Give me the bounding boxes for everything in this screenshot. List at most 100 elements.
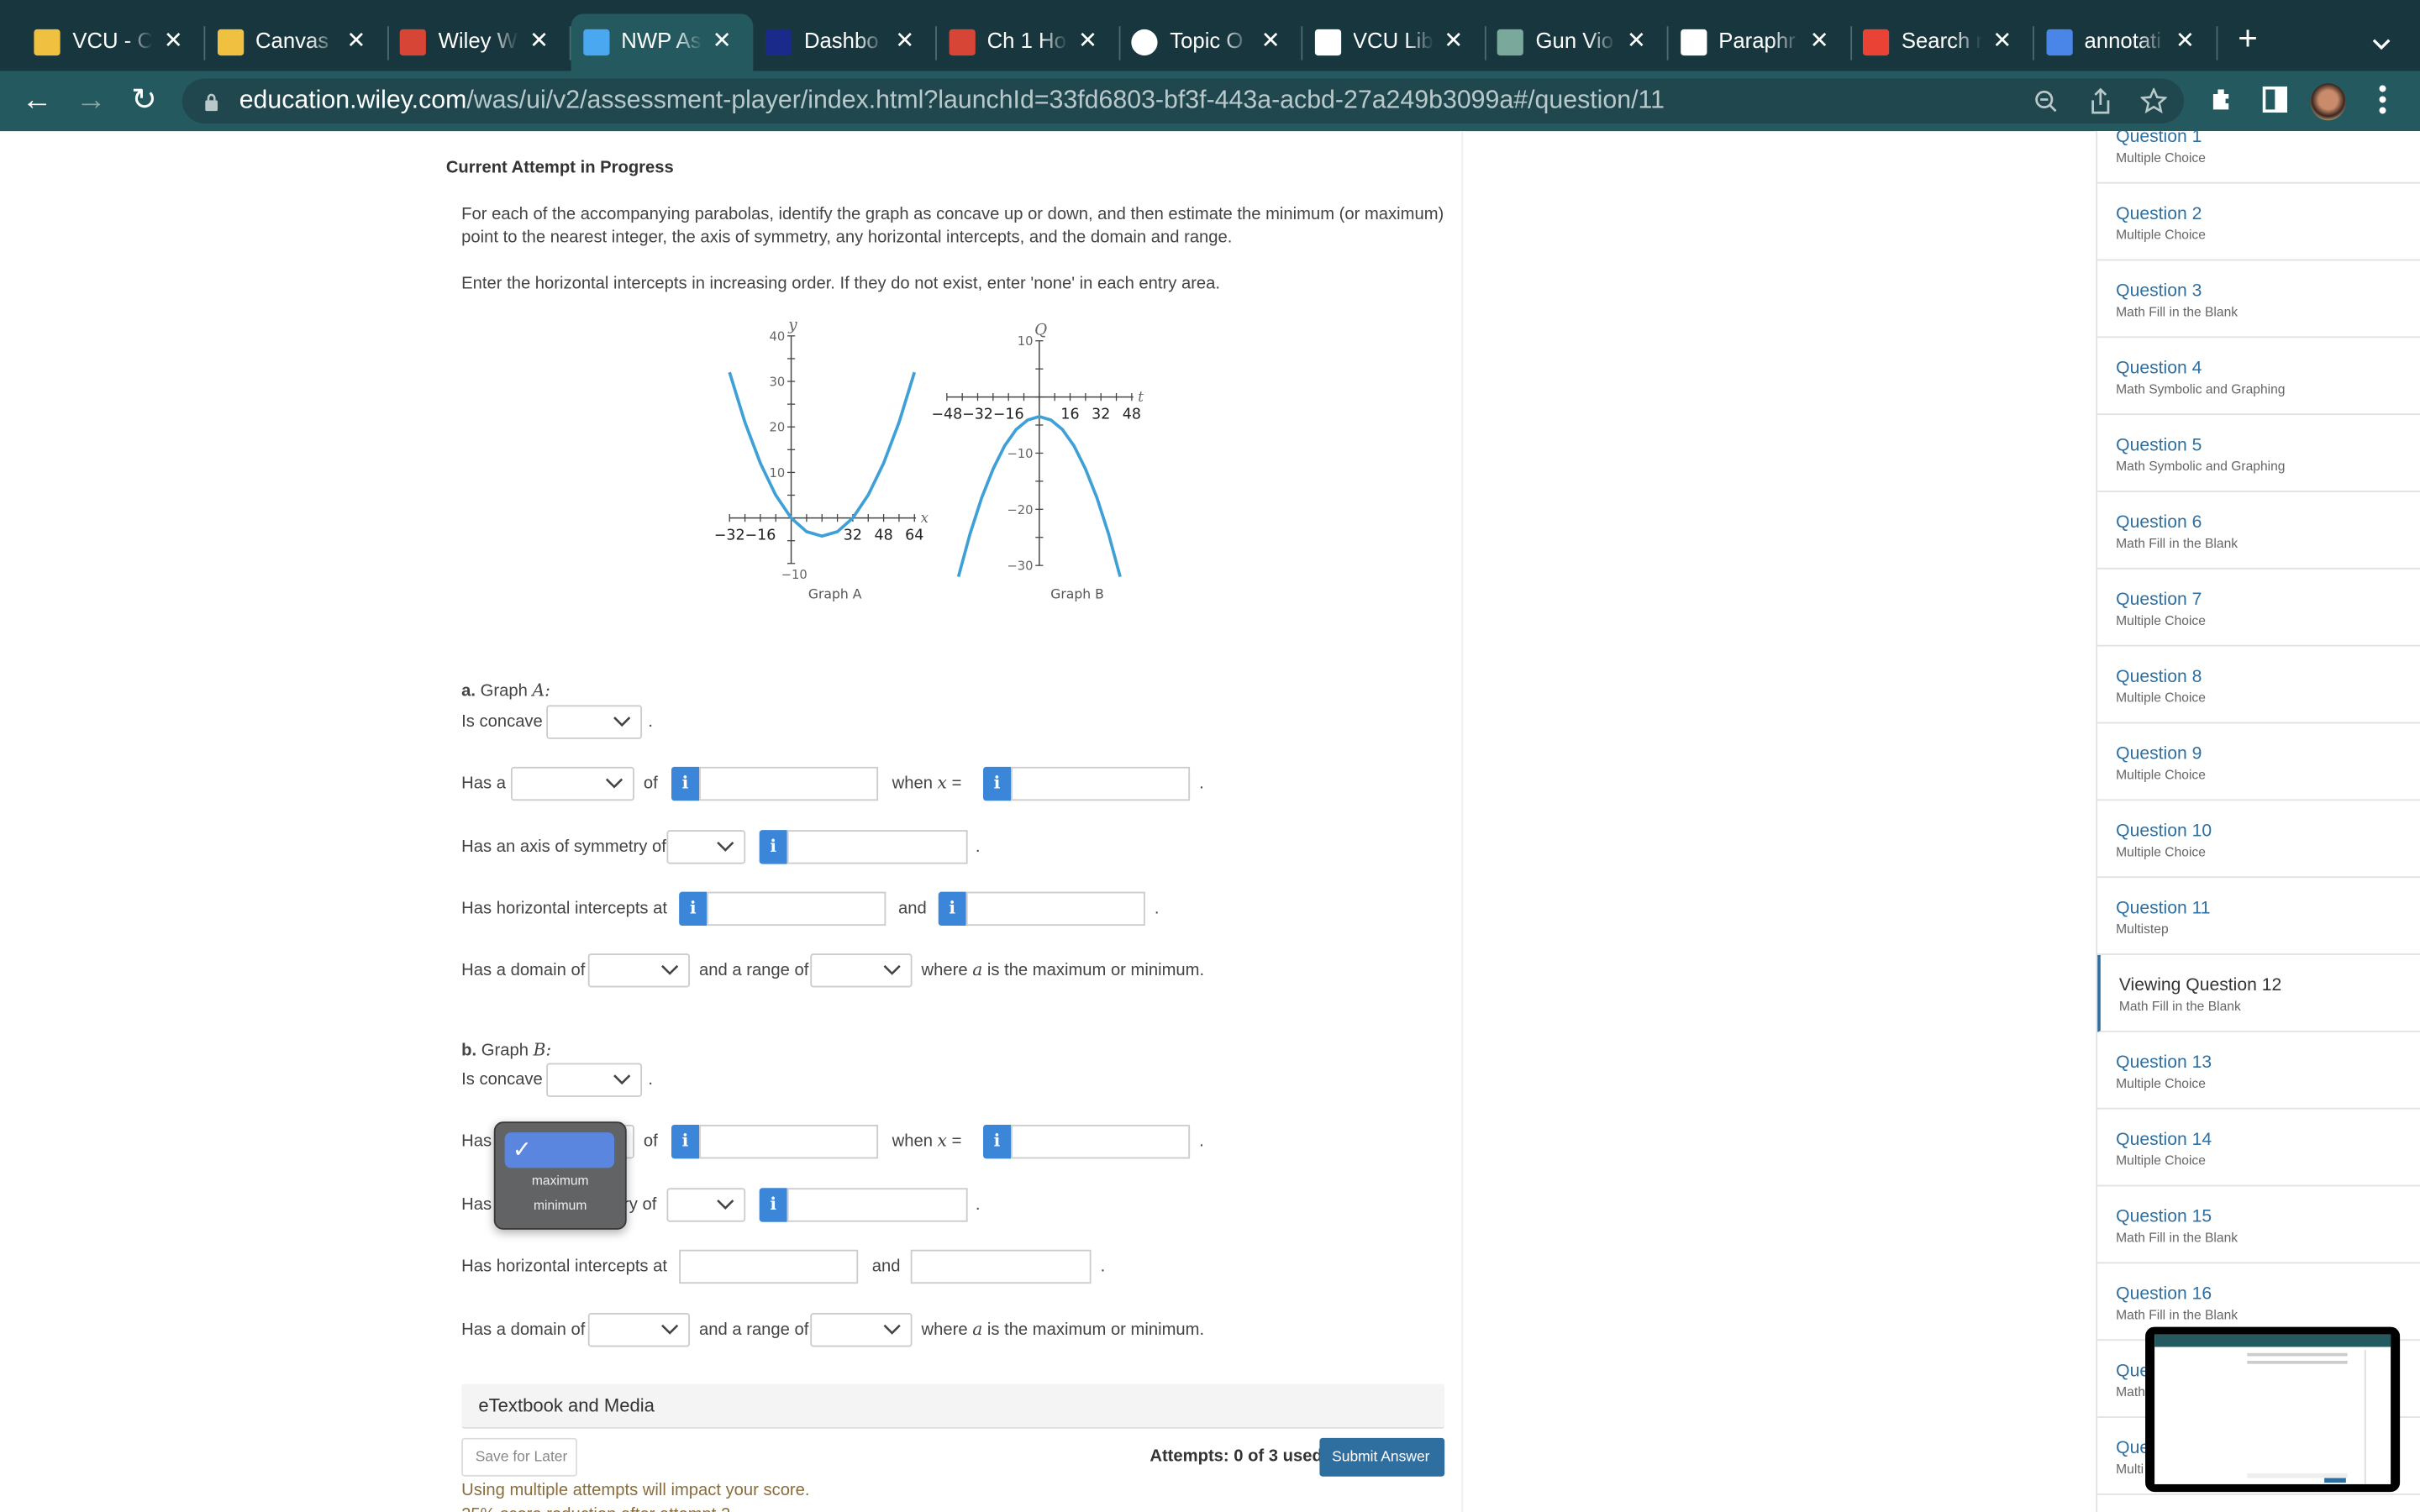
question-title: Question 9 — [2116, 745, 2202, 764]
question-title: Question 4 — [2116, 359, 2202, 379]
range-label: and a range of — [699, 1320, 809, 1340]
sidebar-question-item[interactable]: Question 2 Multiple Choice — [2097, 184, 2420, 261]
info-icon[interactable]: i — [759, 830, 787, 864]
sidebar-question-item[interactable]: Question 3 Math Fill in the Blank — [2097, 260, 2420, 339]
checkmark-icon: ✓ — [512, 1137, 532, 1163]
max-min-select-a[interactable] — [510, 766, 634, 801]
max-min-dropdown-menu[interactable]: ✓ maximum minimum — [493, 1121, 627, 1230]
extremum-x-input-a[interactable] — [1011, 766, 1191, 801]
graph-caption: Graph B — [1050, 587, 1104, 602]
question-navigation-sidebar: Question 1 Multiple Choice Question 2 Multi… — [2096, 131, 2420, 1512]
question-title: Question 16 — [2116, 1285, 2212, 1305]
intercept-1-input-b[interactable] — [679, 1249, 859, 1284]
a-var: a — [972, 1319, 983, 1340]
is-concave-label: Is concave — [461, 712, 543, 732]
sidebar-question-item[interactable]: Question 15 Math Fill in the Blank — [2097, 1186, 2420, 1264]
score-reduction-note: 25% score reduction after attempt 2 — [461, 1504, 730, 1512]
range-select-b[interactable] — [810, 1313, 913, 1347]
axis-label: Has an axis of symmetry of — [461, 837, 666, 857]
graph-a: −32 −16 32 48 64 40 30 20 10 −10 x y Graph A — [714, 317, 929, 602]
extremum-value-input-b[interactable] — [699, 1124, 879, 1159]
info-icon[interactable]: i — [679, 891, 708, 927]
sidebar-question-item[interactable]: Question 10 Multiple Choice — [2097, 801, 2420, 879]
sidebar-question-item[interactable]: Question 5 Math Symbolic and Graphing — [2097, 415, 2420, 492]
question-type: Multi — [2116, 1461, 2144, 1477]
sidebar-question-item[interactable]: Question 9 Multiple Choice — [2097, 723, 2420, 801]
has-a-label: Has — [461, 1132, 492, 1152]
question-type: Multistep — [2116, 921, 2169, 937]
y-tick-label: 20 — [770, 421, 786, 435]
info-icon[interactable]: i — [938, 891, 966, 927]
intercept-2-input-b[interactable] — [910, 1249, 1092, 1284]
sidebar-question-item[interactable]: Question 13 Multiple Choice — [2097, 1032, 2420, 1110]
submit-answer-button[interactable]: Submit Answer — [1319, 1437, 1445, 1477]
y-axis-label: y — [787, 317, 797, 334]
y-tick-label: −30 — [1007, 559, 1034, 574]
etextbook-media-bar[interactable]: eTextbook and Media — [461, 1383, 1445, 1429]
sidebar-question-item[interactable]: Question 14 Multiple Choice — [2097, 1110, 2420, 1187]
y-tick-label: 40 — [770, 329, 786, 344]
etextbook-label: eTextbook and Media — [478, 1394, 655, 1417]
extremum-x-input-b[interactable] — [1011, 1124, 1191, 1159]
where-post: is the maximum or minimum. — [986, 961, 1205, 980]
attempts-warning: Using multiple attempts will impact your… — [461, 1481, 810, 1500]
chevron-down-icon — [883, 964, 901, 975]
sidebar-question-item[interactable]: Question 1 Multiple Choice — [2097, 131, 2420, 184]
info-icon[interactable]: i — [671, 1124, 700, 1159]
of-label: of — [643, 1132, 658, 1152]
dropdown-option-blank-selected[interactable]: ✓ — [504, 1132, 615, 1168]
screen: VCU - C ✕ Canvas ✕ Wiley W ✕ NWP As ✕ Dashbo ✕ Ch … — [0, 0, 2420, 1512]
intercept-2-input-a[interactable] — [965, 891, 1145, 927]
axis-label-end: ry of — [623, 1195, 657, 1215]
question-type: Multiple Choice — [2116, 843, 2206, 860]
screenshot-thumbnail[interactable] — [2145, 1326, 2401, 1493]
dropdown-option-minimum[interactable]: minimum — [496, 1197, 625, 1212]
part-title: Graph — [481, 1041, 529, 1060]
x-axis-label: x — [921, 510, 929, 526]
info-icon[interactable]: i — [759, 1188, 787, 1222]
sidebar-question-item[interactable]: Viewing Question 12 Math Fill in the Blan… — [2097, 954, 2420, 1032]
extremum-value-input-a[interactable] — [699, 766, 879, 801]
range-select-a[interactable] — [810, 953, 913, 988]
question-type: Math Symbolic and Graphing — [2116, 458, 2286, 474]
when-text: when — [892, 1132, 933, 1152]
is-concave-label: Is concave — [461, 1070, 543, 1089]
y-tick-label: 30 — [770, 375, 786, 390]
intercept-1-input-a[interactable] — [707, 891, 886, 927]
x-tick-label: −16 — [744, 527, 776, 543]
domain-select-a[interactable] — [587, 953, 691, 988]
x-tick-label: 64 — [905, 527, 923, 543]
x-var: x — [937, 773, 947, 794]
axis-input-b[interactable] — [786, 1188, 968, 1222]
question-type: Math Fill in the Blank — [2118, 998, 2241, 1014]
concavity-select-a[interactable] — [546, 705, 643, 739]
save-for-later-button[interactable]: Save for Later — [461, 1437, 577, 1477]
y-tick-label: −10 — [781, 568, 808, 582]
sidebar-question-item[interactable]: Question 7 Multiple Choice — [2097, 570, 2420, 647]
info-icon[interactable]: i — [671, 766, 700, 801]
graph-b: −48 −32 −16 16 32 48 10 −10 −20 −30 t Q Graph B — [931, 321, 1144, 601]
question-title: Question 3 — [2116, 282, 2202, 302]
dropdown-option-maximum[interactable]: maximum — [496, 1173, 625, 1188]
question-title: Question 7 — [2116, 591, 2202, 610]
info-icon[interactable]: i — [983, 1124, 1012, 1159]
x-axis-label: t — [1138, 389, 1144, 405]
x-tick-label: 32 — [1092, 406, 1110, 423]
domain-select-b[interactable] — [587, 1313, 691, 1347]
sidebar-question-item[interactable]: Question 6 Math Fill in the Blank — [2097, 492, 2420, 570]
question-type: Math Fill in the Blank — [2116, 1306, 2238, 1323]
axis-var-select-a[interactable] — [666, 830, 746, 864]
of-label: of — [643, 774, 658, 794]
chevron-down-icon — [717, 1200, 734, 1210]
question-title: Question 11 — [2116, 899, 2211, 918]
sidebar-question-item[interactable]: Question 11 Multistep — [2097, 878, 2420, 955]
submit-label: Submit Answer — [1332, 1448, 1430, 1466]
axis-var-select-b[interactable] — [666, 1188, 746, 1222]
axis-input-a[interactable] — [786, 830, 968, 864]
x-var: x — [937, 1131, 947, 1152]
info-icon[interactable]: i — [983, 766, 1012, 801]
concavity-select-b[interactable] — [546, 1063, 643, 1097]
sidebar-question-item[interactable]: Question 8 Multiple Choice — [2097, 647, 2420, 724]
sidebar-question-item[interactable]: Question 4 Math Symbolic and Graphing — [2097, 338, 2420, 416]
x-tick-label: −32 — [714, 527, 745, 543]
